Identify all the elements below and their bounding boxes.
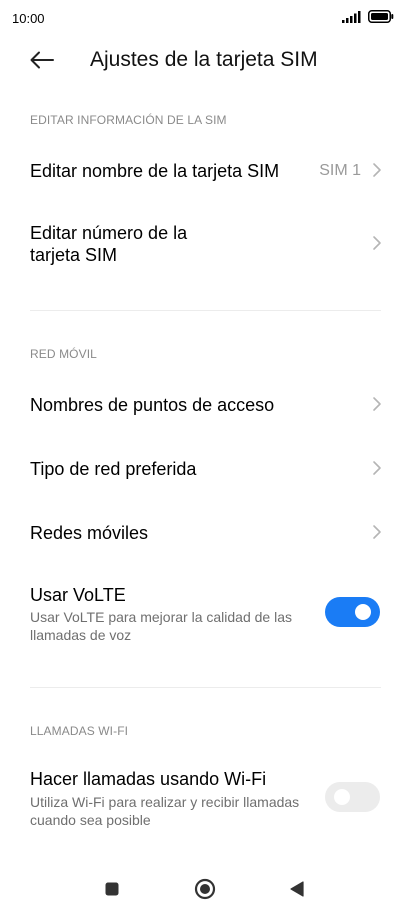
apn-label: Nombres de puntos de acceso [30, 395, 275, 415]
battery-icon [368, 10, 394, 23]
sim-name-value: SIM 1 [319, 162, 361, 179]
section-header-mobile-network: RED MÓVIL [30, 347, 97, 361]
divider [30, 687, 381, 688]
back-arrow-icon [30, 51, 54, 69]
volte-description-line1: Usar VoLTE para mejorar la calidad de la… [30, 609, 292, 625]
edit-sim-number-label: Editar número de la tarjeta SIM [30, 222, 187, 266]
section-header-wifi-calls: LLAMADAS WI-FI [30, 724, 129, 738]
toggle-knob [355, 604, 371, 620]
volte-description: Usar VoLTE para mejorar la calidad de la… [30, 608, 292, 644]
home-button[interactable] [192, 876, 218, 902]
edit-sim-number-label-line1: Editar número de la [30, 223, 188, 243]
chevron-right-icon [373, 525, 381, 539]
navigation-bar [0, 864, 411, 914]
section-header-edit-sim: EDITAR INFORMACIÓN DE LA SIM [30, 113, 227, 127]
wifi-calling-toggle[interactable] [325, 782, 380, 812]
volte-label: Usar VoLTE [30, 585, 126, 605]
square-icon [105, 882, 119, 896]
chevron-right-icon [373, 397, 381, 411]
chevron-right-icon [373, 163, 381, 177]
mobile-networks-label: Redes móviles [30, 523, 149, 543]
edit-sim-number-label-line2: tarjeta SIM [30, 245, 118, 265]
toggle-knob [334, 789, 350, 805]
triangle-back-icon [290, 881, 304, 897]
volte-toggle[interactable] [325, 597, 380, 627]
wifi-calling-row: Hacer llamadas usando Wi-Fi Utiliza Wi-F… [0, 760, 411, 836]
preferred-network-row[interactable]: Tipo de red preferida [0, 444, 411, 494]
apn-row[interactable]: Nombres de puntos de acceso [0, 380, 411, 430]
wifi-calling-description-line2: cuando sea posible [30, 812, 151, 828]
edit-sim-name-row[interactable]: Editar nombre de la tarjeta SIM SIM 1 [0, 146, 411, 196]
home-circle-icon [194, 878, 216, 900]
page-title: Ajustes de la tarjeta SIM [90, 48, 318, 71]
status-bar: 10:00 [0, 0, 411, 36]
wifi-calling-label: Hacer llamadas usando Wi-Fi [30, 769, 267, 789]
signal-icon [342, 10, 361, 23]
mobile-networks-row[interactable]: Redes móviles [0, 508, 411, 558]
status-icons [342, 10, 394, 23]
volte-row: Usar VoLTE Usar VoLTE para mejorar la ca… [0, 576, 411, 652]
wifi-calling-description-line1: Utiliza Wi-Fi para realizar y recibir ll… [30, 794, 300, 810]
preferred-network-label: Tipo de red preferida [30, 459, 197, 479]
chevron-right-icon [373, 236, 381, 250]
wifi-calling-description: Utiliza Wi-Fi para realizar y recibir ll… [30, 793, 299, 829]
edit-sim-name-label: Editar nombre de la tarjeta SIM [30, 161, 280, 181]
recent-apps-button[interactable] [99, 876, 125, 902]
status-time: 10:00 [12, 11, 45, 26]
app-header: Ajustes de la tarjeta SIM [0, 36, 411, 86]
divider [30, 310, 381, 311]
volte-description-line2: llamadas de voz [30, 627, 132, 643]
edit-sim-number-row[interactable]: Editar número de la tarjeta SIM [0, 212, 411, 276]
back-nav-button[interactable] [284, 876, 310, 902]
chevron-right-icon [373, 461, 381, 475]
back-button[interactable] [26, 46, 58, 74]
